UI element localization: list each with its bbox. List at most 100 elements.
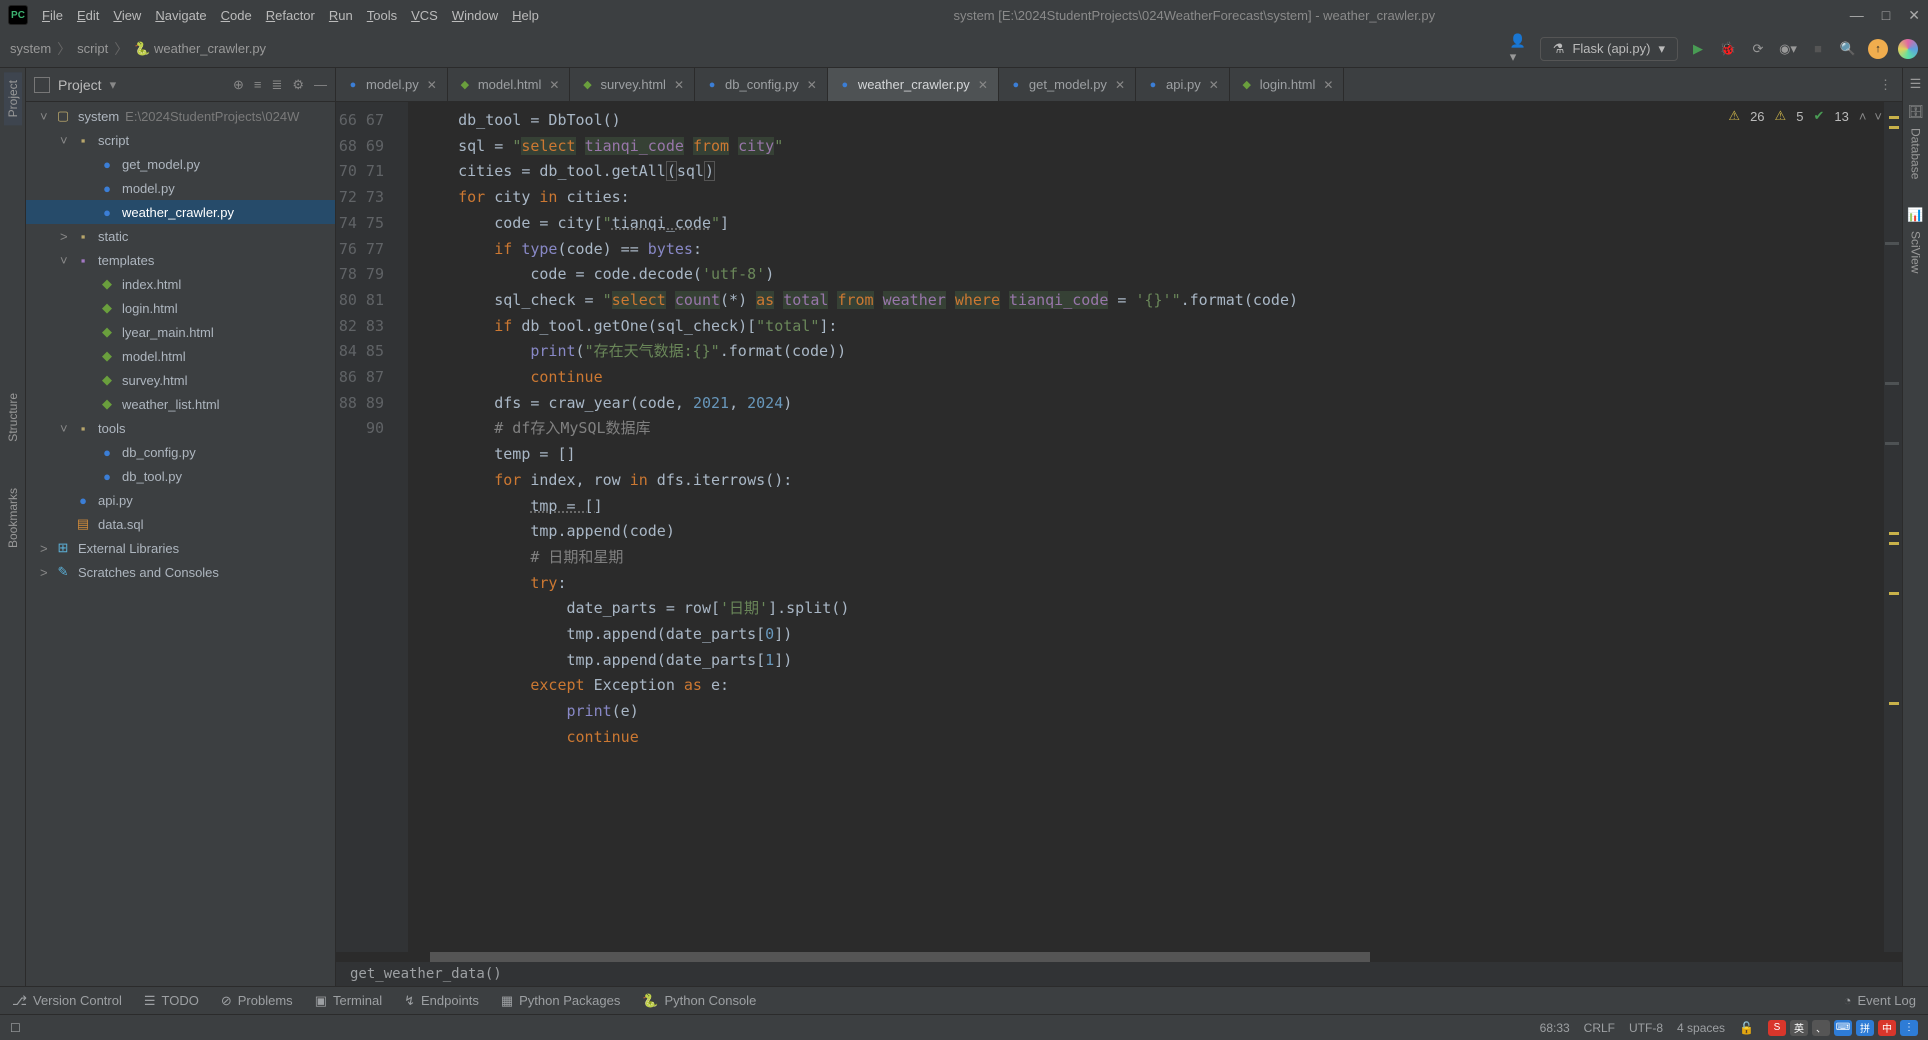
tree-node[interactable]: ●db_config.py bbox=[26, 440, 335, 464]
sciview-icon[interactable]: 📊 bbox=[1907, 207, 1923, 223]
tool-window-endpoints[interactable]: ↯Endpoints bbox=[404, 993, 479, 1009]
run-config-select[interactable]: ⚗ Flask (api.py) ▾ bbox=[1540, 37, 1678, 61]
indent-setting[interactable]: 4 spaces bbox=[1677, 1021, 1725, 1035]
file-encoding[interactable]: UTF-8 bbox=[1629, 1021, 1663, 1035]
stop-button[interactable]: ■ bbox=[1808, 39, 1828, 59]
tool-window-python-console[interactable]: 🐍Python Console bbox=[642, 993, 756, 1009]
tabs-more-icon[interactable]: ⋮ bbox=[1869, 68, 1902, 101]
close-tab-icon[interactable]: ✕ bbox=[1115, 78, 1125, 92]
close-button[interactable]: ✕ bbox=[1908, 7, 1920, 24]
users-icon[interactable]: 👤▾ bbox=[1510, 39, 1530, 59]
menu-edit[interactable]: Edit bbox=[77, 8, 99, 23]
tree-node[interactable]: ●get_model.py bbox=[26, 152, 335, 176]
maximize-button[interactable]: □ bbox=[1882, 7, 1890, 24]
ai-assistant-icon[interactable] bbox=[1898, 39, 1918, 59]
database-tool-tab[interactable]: Database bbox=[1907, 120, 1925, 187]
close-tab-icon[interactable]: ✕ bbox=[674, 78, 684, 92]
menu-window[interactable]: Window bbox=[452, 8, 498, 23]
ime-chip[interactable]: S bbox=[1768, 1020, 1786, 1036]
close-tab-icon[interactable]: ✕ bbox=[1209, 78, 1219, 92]
tool-window-problems[interactable]: ⊘Problems bbox=[221, 993, 293, 1009]
menu-view[interactable]: View bbox=[113, 8, 141, 23]
breadcrumb-item[interactable]: script bbox=[77, 41, 108, 56]
error-stripe[interactable] bbox=[1884, 102, 1902, 952]
ime-chip[interactable]: 中 bbox=[1878, 1020, 1896, 1036]
editor-tab-active[interactable]: ●weather_crawler.py✕ bbox=[828, 68, 999, 101]
debug-button[interactable]: 🐞 bbox=[1718, 39, 1738, 59]
editor-breadcrumb[interactable]: get_weather_data() bbox=[336, 962, 1902, 986]
tree-node[interactable]: ◆lyear_main.html bbox=[26, 320, 335, 344]
ime-chip[interactable]: ⋮ bbox=[1900, 1020, 1918, 1036]
editor-tab[interactable]: ●db_config.py✕ bbox=[695, 68, 828, 101]
tree-node[interactable]: ●api.py bbox=[26, 488, 335, 512]
line-separator[interactable]: CRLF bbox=[1584, 1021, 1615, 1035]
tree-node[interactable]: ˃✎Scratches and Consoles bbox=[26, 560, 335, 584]
tree-node[interactable]: ◆model.html bbox=[26, 344, 335, 368]
ime-chip[interactable]: 英 bbox=[1790, 1020, 1808, 1036]
tree-node[interactable]: ˃⊞External Libraries bbox=[26, 536, 335, 560]
breadcrumb-item[interactable]: 🐍 weather_crawler.py bbox=[134, 41, 266, 57]
editor-tab[interactable]: ●get_model.py✕ bbox=[999, 68, 1136, 101]
event-log-button[interactable]: ◔Event Log bbox=[1844, 993, 1916, 1008]
collapse-all-icon[interactable]: ≣ bbox=[271, 77, 282, 93]
ime-chip[interactable]: 、 bbox=[1812, 1020, 1830, 1036]
tree-node[interactable]: ◆login.html bbox=[26, 296, 335, 320]
readonly-lock-icon[interactable]: 🔓 bbox=[1739, 1021, 1754, 1035]
tool-window-version-control[interactable]: ⎇Version Control bbox=[12, 993, 122, 1009]
notifications-icon[interactable]: ☰ bbox=[1910, 76, 1922, 92]
inspection-widget[interactable]: ⚠26 ⚠5 ✔13 ˄˅ bbox=[1728, 108, 1882, 124]
tree-node[interactable]: ˃▪static bbox=[26, 224, 335, 248]
close-tab-icon[interactable]: ✕ bbox=[549, 78, 559, 92]
tree-node[interactable]: ●model.py bbox=[26, 176, 335, 200]
settings-gear-icon[interactable]: ⚙ bbox=[292, 77, 304, 93]
menu-run[interactable]: Run bbox=[329, 8, 353, 23]
menu-tools[interactable]: Tools bbox=[367, 8, 397, 23]
database-icon[interactable]: 🗄 bbox=[1907, 104, 1924, 120]
tree-node[interactable]: ˅▪script bbox=[26, 128, 335, 152]
run-coverage-button[interactable]: ⟳ bbox=[1748, 39, 1768, 59]
tree-node[interactable]: ▤data.sql bbox=[26, 512, 335, 536]
line-number-gutter[interactable]: 66 67 68 69 70 71 72 73 74 75 76 77 78 7… bbox=[336, 102, 394, 952]
close-tab-icon[interactable]: ✕ bbox=[807, 78, 817, 92]
menu-help[interactable]: Help bbox=[512, 8, 539, 23]
tool-window-terminal[interactable]: ▣Terminal bbox=[315, 993, 382, 1009]
tree-node[interactable]: ●db_tool.py bbox=[26, 464, 335, 488]
fold-gutter[interactable] bbox=[394, 102, 408, 952]
editor-tab[interactable]: ●api.py✕ bbox=[1136, 68, 1230, 101]
breadcrumb[interactable]: system〉script〉🐍 weather_crawler.py bbox=[10, 39, 266, 59]
close-tab-icon[interactable]: ✕ bbox=[1323, 78, 1333, 92]
tree-node[interactable]: ˅▪tools bbox=[26, 416, 335, 440]
tree-node[interactable]: ◆index.html bbox=[26, 272, 335, 296]
code-editor[interactable]: db_tool = DbTool() sql = "select tianqi_… bbox=[408, 102, 1882, 952]
menu-file[interactable]: File bbox=[42, 8, 63, 23]
project-tree[interactable]: ˅▢system E:\2024StudentProjects\024W˅▪sc… bbox=[26, 102, 335, 986]
bookmarks-tool-tab[interactable]: Bookmarks bbox=[4, 480, 22, 556]
project-tool-tab[interactable]: Project bbox=[4, 72, 22, 125]
editor-tab[interactable]: ◆model.html✕ bbox=[448, 68, 571, 101]
show-tool-windows-icon[interactable]: ☐ bbox=[10, 1021, 21, 1035]
breadcrumb-item[interactable]: system bbox=[10, 41, 51, 56]
hide-panel-icon[interactable]: — bbox=[314, 77, 327, 93]
tree-node[interactable]: ◆survey.html bbox=[26, 368, 335, 392]
ime-chip[interactable]: ⌨ bbox=[1834, 1020, 1852, 1036]
cursor-position[interactable]: 68:33 bbox=[1540, 1021, 1570, 1035]
horizontal-scrollbar[interactable] bbox=[336, 952, 1902, 962]
run-button[interactable]: ▶ bbox=[1688, 39, 1708, 59]
menu-navigate[interactable]: Navigate bbox=[155, 8, 206, 23]
editor-tab[interactable]: ●model.py✕ bbox=[336, 68, 448, 101]
structure-tool-tab[interactable]: Structure bbox=[4, 385, 22, 450]
menu-refactor[interactable]: Refactor bbox=[266, 8, 315, 23]
minimize-button[interactable]: ― bbox=[1850, 7, 1864, 24]
next-highlight-icon[interactable]: ˅ bbox=[1874, 109, 1882, 124]
close-tab-icon[interactable]: ✕ bbox=[978, 78, 988, 92]
menu-vcs[interactable]: VCS bbox=[411, 8, 438, 23]
tree-node[interactable]: ◆weather_list.html bbox=[26, 392, 335, 416]
profile-button[interactable]: ◉▾ bbox=[1778, 39, 1798, 59]
editor-tab[interactable]: ◆login.html✕ bbox=[1230, 68, 1345, 101]
editor-tab[interactable]: ◆survey.html✕ bbox=[570, 68, 695, 101]
tool-window-python-packages[interactable]: ▦Python Packages bbox=[501, 993, 620, 1009]
select-opened-file-icon[interactable]: ⊕ bbox=[233, 77, 244, 93]
tool-window-todo[interactable]: ☰TODO bbox=[144, 993, 199, 1009]
tree-node-selected[interactable]: ●weather_crawler.py bbox=[26, 200, 335, 224]
search-everywhere-button[interactable]: 🔍 bbox=[1838, 39, 1858, 59]
